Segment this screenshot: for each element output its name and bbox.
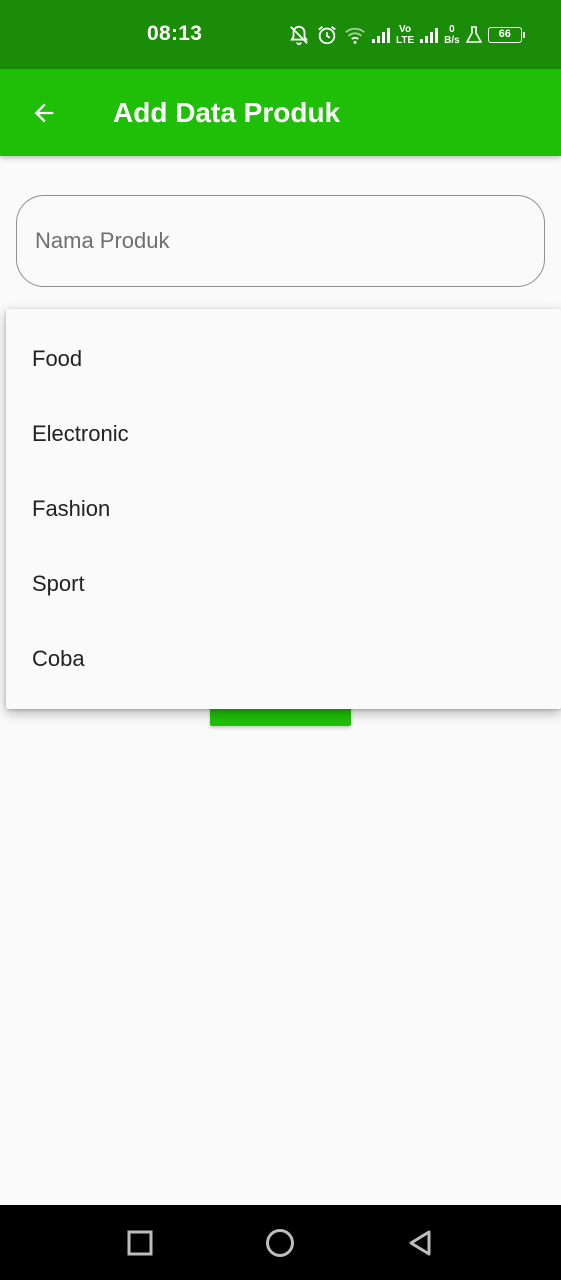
back-triangle-icon	[409, 1230, 431, 1256]
home-circle-icon	[266, 1229, 294, 1257]
volte-bottom: LTE	[396, 35, 415, 46]
signal-icon-2	[420, 28, 439, 43]
back-button[interactable]	[20, 89, 68, 137]
system-nav-bar	[0, 1205, 561, 1280]
dropdown-item-coba[interactable]: Coba	[6, 621, 561, 696]
volte-indicator: Vo LTE	[396, 24, 414, 46]
signal-icon	[372, 28, 390, 43]
dropdown-item-fashion[interactable]: Fashion	[6, 471, 561, 546]
flask-icon	[465, 26, 482, 43]
status-bar: 08:13 Vo LTE 0 B/s 66	[0, 0, 561, 69]
network-speed-unit: B/s	[444, 35, 460, 46]
dropdown-item-sport[interactable]: Sport	[6, 546, 561, 621]
dropdown-item-electronic[interactable]: Electronic	[6, 396, 561, 471]
home-button[interactable]	[264, 1227, 296, 1259]
wifi-icon	[345, 27, 365, 44]
network-speed-value: 0	[449, 24, 455, 35]
nama-produk-field	[16, 195, 545, 287]
arrow-back-icon	[34, 103, 54, 123]
status-time: 08:13	[147, 22, 203, 45]
status-icons: Vo LTE 0 B/s 66	[288, 18, 525, 52]
dropdown-item-food[interactable]: Food	[6, 321, 561, 396]
nama-produk-input[interactable]	[35, 196, 525, 285]
alarm-icon	[318, 26, 336, 45]
category-dropdown-menu: Food Electronic Fashion Sport Coba	[6, 309, 561, 709]
notifications-off-icon	[289, 25, 309, 46]
network-speed: 0 B/s	[444, 24, 460, 46]
page-title: Add Data Produk	[113, 97, 341, 128]
app-bar: Add Data Produk	[0, 69, 561, 156]
recents-square-icon	[127, 1230, 153, 1256]
recents-button[interactable]	[124, 1227, 156, 1259]
volte-top: Vo	[399, 24, 412, 35]
nav-back-button[interactable]	[404, 1227, 436, 1259]
battery-icon: 66	[487, 27, 525, 43]
